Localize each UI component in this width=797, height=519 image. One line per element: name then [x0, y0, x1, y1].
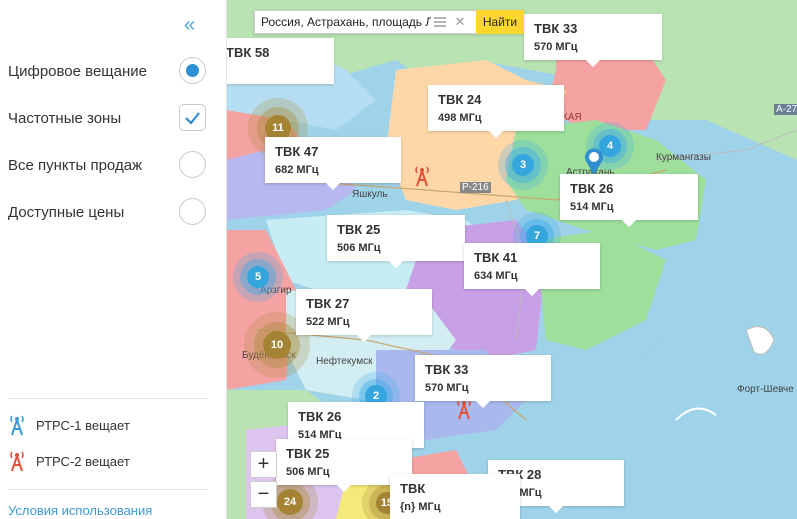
road-label: Р-216: [460, 182, 491, 193]
digital-broadcast-radio[interactable]: [179, 57, 206, 84]
collapse-sidebar-icon[interactable]: «: [184, 14, 195, 37]
tower-red-icon[interactable]: [413, 165, 431, 187]
channel-label[interactable]: ТВК 25 506 МГц: [327, 215, 465, 269]
list-icon[interactable]: [433, 16, 447, 28]
place-name: Курмангазы: [656, 152, 711, 163]
legend-rtrs1: РТРС-1 вещает: [8, 414, 130, 436]
channel-label[interactable]: ТВК {n} МГц: [390, 474, 520, 519]
channel-label[interactable]: ТВК 41 634 МГц: [464, 243, 600, 297]
channel-label[interactable]: ТВК 33 570 МГц: [524, 14, 662, 68]
road-label: А-27: [774, 104, 797, 115]
radio-selected-dot: [186, 64, 199, 77]
affordable-prices-radio[interactable]: [179, 198, 206, 225]
zoom-in-button[interactable]: +: [250, 451, 277, 478]
place-name: Яшкуль: [352, 189, 388, 200]
search-input[interactable]: [255, 14, 433, 30]
clear-search-icon[interactable]: ✕: [451, 14, 469, 30]
channel-label[interactable]: ТВК 27 522 МГц: [296, 289, 432, 343]
cluster-marker[interactable]: 3: [498, 140, 548, 190]
channel-label[interactable]: ТВК 58 .: [226, 38, 334, 84]
terms-of-use-link[interactable]: Условия использования: [8, 503, 152, 518]
sidebar: « Цифровое вещание Частотные зоны Все пу…: [0, 0, 227, 519]
option-all-points-of-sale-label[interactable]: Все пункты продаж: [8, 157, 142, 174]
tower-red-icon: [10, 451, 24, 472]
place-name: КАЯ: [562, 112, 582, 123]
divider: [8, 489, 208, 490]
frequency-zones-checkbox[interactable]: [179, 104, 206, 131]
cluster-count: 10: [270, 339, 284, 351]
search-bar: ✕ Найти: [254, 10, 524, 34]
place-name: Форт-Шевче: [737, 384, 794, 395]
channel-label[interactable]: ТВК 26 514 МГц: [560, 174, 698, 228]
zoom-out-button[interactable]: −: [250, 481, 277, 508]
tower-red-icon[interactable]: [455, 398, 473, 420]
location-pin-icon[interactable]: [583, 146, 605, 176]
cluster-marker[interactable]: 5: [233, 252, 283, 302]
divider: [8, 398, 208, 399]
cluster-count: 7: [533, 230, 541, 242]
legend-rtrs2-label: РТРС-2 вещает: [36, 453, 130, 469]
channel-label[interactable]: ТВК 24 498 МГц: [428, 85, 564, 139]
legend-rtrs2: РТРС-2 вещает: [8, 450, 130, 472]
legend-rtrs1-label: РТРС-1 вещает: [36, 417, 130, 433]
cluster-count: 4: [606, 140, 614, 152]
cluster-count: 11: [272, 122, 284, 134]
place-name: Нефтекумск: [316, 356, 373, 367]
cluster-count: 5: [254, 271, 262, 283]
cluster-count: 24: [283, 496, 297, 508]
option-frequency-zones-label[interactable]: Частотные зоны: [8, 110, 121, 127]
map[interactable]: ✕ Найти Курмангазы Яшкуль Нефтекумск Буд…: [226, 0, 797, 519]
tower-blue-icon: [10, 415, 24, 436]
option-digital-broadcast-label[interactable]: Цифровое вещание: [8, 63, 147, 80]
search-button[interactable]: Найти: [476, 10, 524, 34]
channel-label[interactable]: ТВК 33 570 МГц: [415, 355, 551, 409]
checkmark-icon: [185, 112, 200, 125]
option-affordable-prices-label[interactable]: Доступные цены: [8, 204, 124, 221]
cluster-count: 3: [519, 159, 527, 171]
all-points-of-sale-radio[interactable]: [179, 151, 206, 178]
channel-label[interactable]: ТВК 47 682 МГц: [265, 137, 401, 191]
cluster-count: 2: [372, 390, 380, 402]
